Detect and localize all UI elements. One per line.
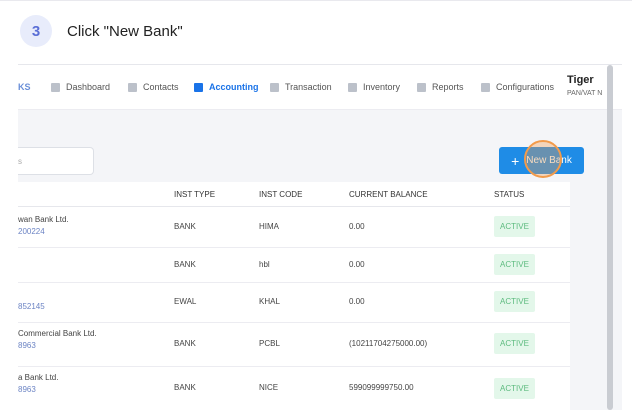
column-header-inst-type: INST TYPE [174,189,216,199]
nav-item-label: Transaction [285,82,332,92]
table-row[interactable]: wan Bank Ltd. 200224 BANK HIMA 0.00 ACTI… [18,206,570,248]
click-indicator [524,140,562,178]
app-screenshot: KS Dashboard Contacts Accounting Transac… [18,64,622,410]
inst-type: BANK [174,222,196,231]
bank-number: 8963 [18,385,36,394]
bank-number: 852145 [18,302,45,311]
nav-item-inventory[interactable]: Inventory [348,65,400,109]
nav-item-transaction[interactable]: Transaction [270,65,332,109]
column-header-inst-code: INST CODE [259,189,303,199]
plus-icon: + [511,152,520,169]
current-balance: 599099999750.00 [349,383,414,392]
column-header-status: STATUS [494,189,525,199]
current-balance: 0.00 [349,260,365,269]
status-badge: ACTIVE [494,378,535,399]
banks-table: INST TYPE INST CODE CURRENT BALANCE STAT… [18,182,570,410]
inst-type: BANK [174,260,196,269]
dashboard-icon [51,82,60,92]
step-number-badge: 3 [20,15,52,47]
contacts-icon [128,82,137,92]
bank-number: 200224 [18,227,45,236]
current-balance: (10211704275000.00) [349,339,428,348]
nav-item-reports[interactable]: Reports [417,65,464,109]
nav-item-label: Configurations [496,82,555,92]
top-navigation: KS Dashboard Contacts Accounting Transac… [18,65,622,110]
inst-code: HIMA [259,222,279,231]
nav-item-label: Accounting [209,82,259,92]
nav-item-contacts[interactable]: Contacts [128,65,179,109]
bank-name: a Bank Ltd. [18,373,59,382]
table-row[interactable]: BANK hbl 0.00 ACTIVE [18,247,570,283]
user-name[interactable]: Tiger [567,74,594,86]
current-balance: 0.00 [349,297,365,306]
vertical-scrollbar[interactable] [607,65,613,410]
table-row[interactable]: 852145 EWAL KHAL 0.00 ACTIVE [18,282,570,323]
reports-icon [417,82,426,92]
nav-item-label: Reports [432,82,464,92]
status-badge: ACTIVE [494,216,535,237]
status-badge: ACTIVE [494,291,535,312]
inst-code: NICE [259,383,279,392]
bank-name: wan Bank Ltd. [18,215,69,224]
inst-type: BANK [174,383,196,392]
table-header: INST TYPE INST CODE CURRENT BALANCE STAT… [18,182,570,207]
inst-code: KHAL [259,297,280,306]
nav-item-accounting[interactable]: Accounting [194,65,259,109]
top-divider [0,0,632,1]
configurations-icon [481,82,490,92]
column-header-current-balance: CURRENT BALANCE [349,189,428,199]
status-badge: ACTIVE [494,333,535,354]
table-row[interactable]: a Bank Ltd. 8963 BANK NICE 599099999750.… [18,366,570,410]
nav-item-dashboard[interactable]: Dashboard [51,65,110,109]
inst-code: PCBL [259,339,280,348]
accounting-icon [194,82,203,92]
nav-item-configurations[interactable]: Configurations [481,65,554,109]
table-row[interactable]: Commercial Bank Ltd. 8963 BANK PCBL (102… [18,322,570,367]
nav-item-label: Contacts [143,82,179,92]
user-pan-vat: PAN/VAT N [567,90,603,97]
app-logo[interactable]: KS [18,65,31,109]
inst-code: hbl [259,260,270,269]
inst-type: EWAL [174,297,197,306]
step-instruction: Click "New Bank" [67,22,183,40]
inventory-icon [348,82,357,92]
bank-number: 8963 [18,341,36,350]
current-balance: 0.00 [349,222,365,231]
inst-type: BANK [174,339,196,348]
search-input[interactable]: s [18,147,94,175]
nav-item-label: Inventory [363,82,401,92]
transaction-icon [270,82,279,92]
nav-item-label: Dashboard [66,82,111,92]
bank-name: Commercial Bank Ltd. [18,329,97,338]
step-header: 3 Click "New Bank" [20,15,183,47]
status-badge: ACTIVE [494,254,535,275]
